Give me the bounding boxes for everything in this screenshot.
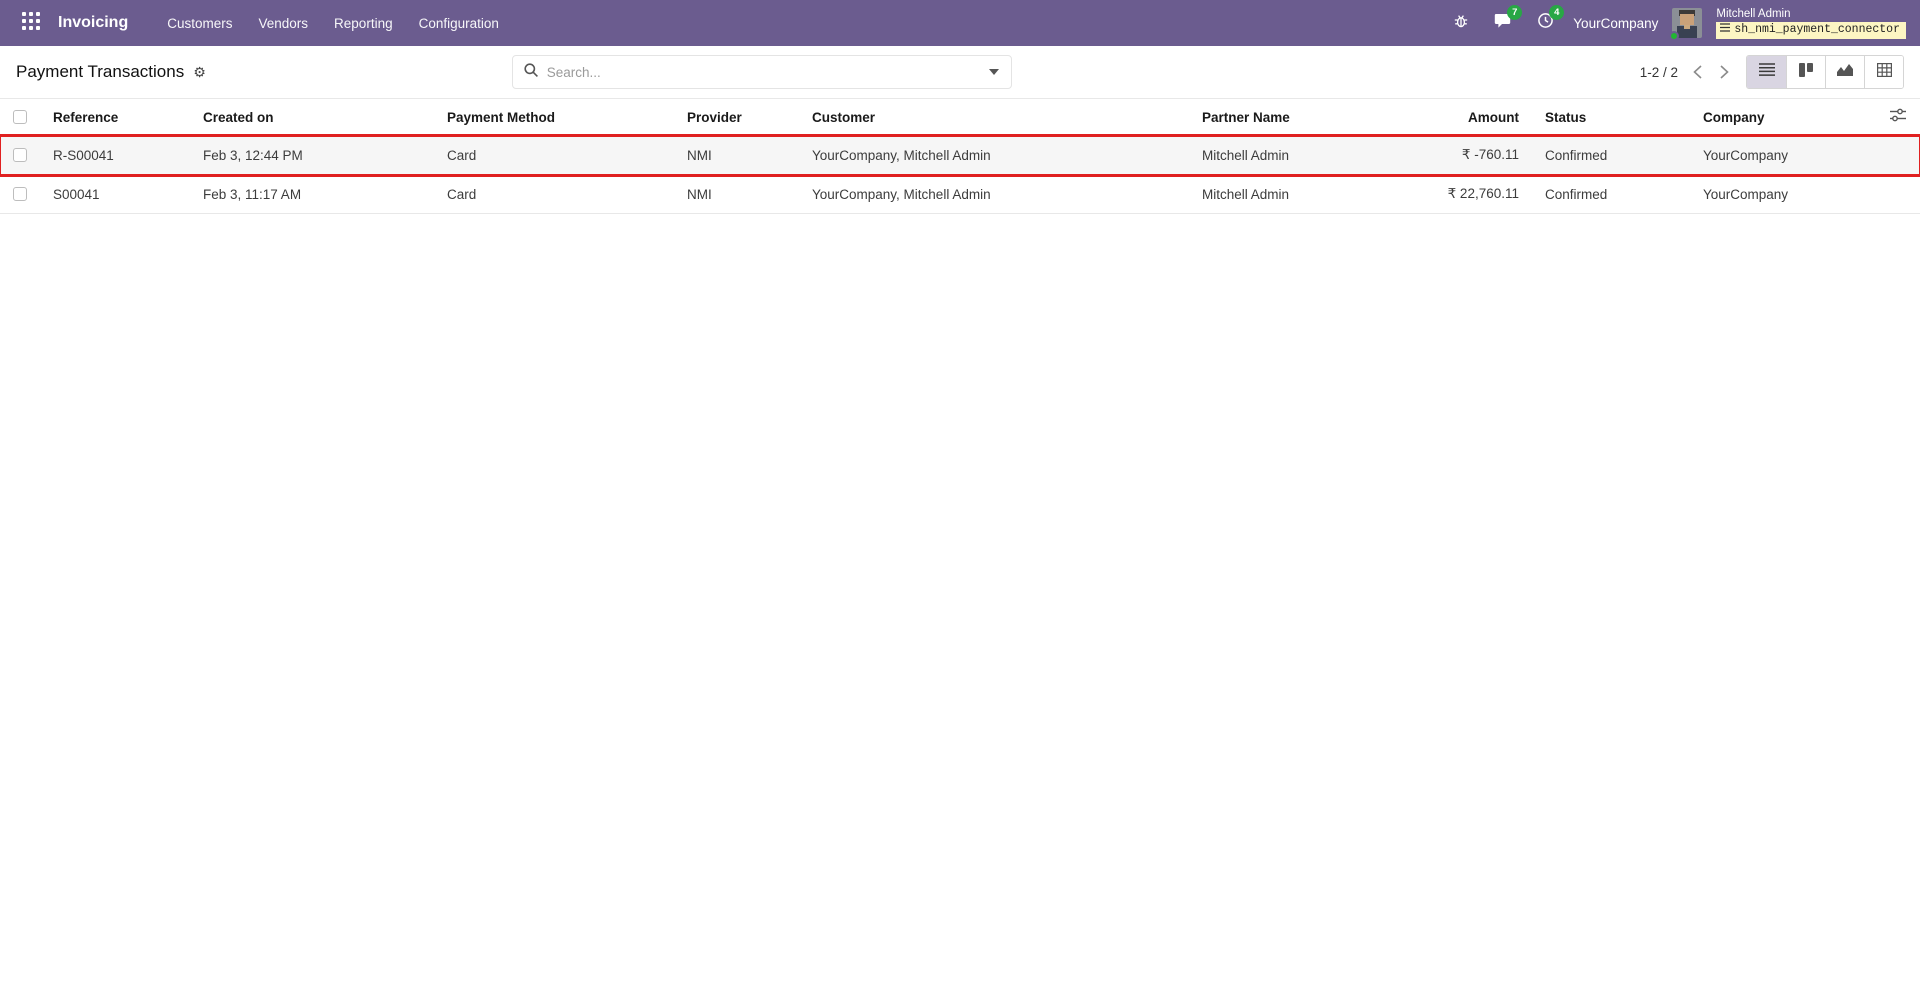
cell-reference: R-S00041 xyxy=(40,148,190,163)
row-checkbox[interactable] xyxy=(13,187,27,201)
header-reference[interactable]: Reference xyxy=(40,110,190,125)
cell-customer: YourCompany, Mitchell Admin xyxy=(799,187,1189,202)
table-row[interactable]: R-S00041 Feb 3, 12:44 PM Card NMI YourCo… xyxy=(0,136,1920,175)
header-customer[interactable]: Customer xyxy=(799,110,1189,125)
search-dropdown-toggle[interactable] xyxy=(987,65,1001,79)
graph-view-button[interactable] xyxy=(1825,56,1864,88)
pivot-view-icon xyxy=(1877,63,1892,82)
user-module-tag-text: sh_nmi_payment_connector xyxy=(1734,23,1900,37)
cell-amount: ₹ -760.11 xyxy=(1412,147,1532,163)
table-body: R-S00041 Feb 3, 12:44 PM Card NMI YourCo… xyxy=(0,136,1920,214)
action-gear-icon[interactable]: ⚙ xyxy=(193,65,206,79)
kanban-view-icon xyxy=(1799,63,1813,82)
cell-status: Confirmed xyxy=(1532,187,1690,202)
header-status[interactable]: Status xyxy=(1532,110,1690,125)
list-view-button[interactable] xyxy=(1747,56,1786,88)
pager-range: 1-2 / 2 xyxy=(1640,65,1678,80)
pager: 1-2 / 2 xyxy=(1640,62,1732,82)
search-input[interactable] xyxy=(547,65,979,80)
activities-button[interactable]: 4 xyxy=(1531,8,1559,38)
view-switcher xyxy=(1746,55,1904,89)
cell-provider: NMI xyxy=(674,187,799,202)
table-header-row: Reference Created on Payment Method Prov… xyxy=(0,99,1920,136)
kanban-view-button[interactable] xyxy=(1786,56,1825,88)
sliders-icon xyxy=(1890,108,1906,127)
user-menu[interactable]: Mitchell Admin sh_nmi_payment_connector xyxy=(1716,8,1906,39)
cell-created-on: Feb 3, 11:17 AM xyxy=(190,187,434,202)
row-checkbox-cell xyxy=(0,187,40,201)
navbar-left: Invoicing Customers Vendors Reporting Co… xyxy=(14,6,510,40)
header-partner-name[interactable]: Partner Name xyxy=(1189,110,1412,125)
select-all-checkbox[interactable] xyxy=(13,110,27,124)
cell-reference: S00041 xyxy=(40,187,190,202)
top-navbar: Invoicing Customers Vendors Reporting Co… xyxy=(0,0,1920,46)
list-view-icon xyxy=(1759,63,1775,81)
menu-reporting[interactable]: Reporting xyxy=(323,8,404,39)
pager-next-button[interactable] xyxy=(1717,62,1732,82)
header-company[interactable]: Company xyxy=(1690,110,1880,125)
row-checkbox-cell xyxy=(0,148,40,162)
pager-previous-button[interactable] xyxy=(1690,62,1705,82)
header-created-on[interactable]: Created on xyxy=(190,110,434,125)
cell-company: YourCompany xyxy=(1690,148,1880,163)
cell-created-on: Feb 3, 12:44 PM xyxy=(190,148,434,163)
table-row[interactable]: S00041 Feb 3, 11:17 AM Card NMI YourComp… xyxy=(0,175,1920,214)
search-bar xyxy=(512,55,1012,89)
company-switcher[interactable]: YourCompany xyxy=(1573,16,1658,31)
cell-status: Confirmed xyxy=(1532,148,1690,163)
select-all-checkbox-cell xyxy=(0,110,40,124)
optional-columns-button[interactable] xyxy=(1880,108,1920,127)
cell-provider: NMI xyxy=(674,148,799,163)
graph-view-icon xyxy=(1837,63,1853,81)
header-amount[interactable]: Amount xyxy=(1412,110,1532,125)
messages-button[interactable]: 7 xyxy=(1489,8,1517,38)
navbar-right: 7 4 YourCompany Mitchell Admin xyxy=(1447,8,1906,39)
page-title: Payment Transactions xyxy=(16,62,184,82)
messages-badge: 7 xyxy=(1507,5,1522,20)
app-menu: Customers Vendors Reporting Configuratio… xyxy=(156,8,510,39)
search-icon xyxy=(523,62,539,83)
header-provider[interactable]: Provider xyxy=(674,110,799,125)
cell-customer: YourCompany, Mitchell Admin xyxy=(799,148,1189,163)
current-app-name[interactable]: Invoicing xyxy=(58,14,128,32)
apps-grid-icon xyxy=(22,12,40,35)
cell-partner-name: Mitchell Admin xyxy=(1189,148,1412,163)
header-payment-method[interactable]: Payment Method xyxy=(434,110,674,125)
breadcrumb-area: Payment Transactions ⚙ xyxy=(16,62,512,82)
cell-amount: ₹ 22,760.11 xyxy=(1412,186,1532,202)
menu-configuration[interactable]: Configuration xyxy=(408,8,510,39)
user-name: Mitchell Admin xyxy=(1716,8,1790,21)
debug-bug-button[interactable] xyxy=(1447,8,1475,38)
cell-payment-method: Card xyxy=(434,148,674,163)
row-checkbox[interactable] xyxy=(13,148,27,162)
online-status-dot xyxy=(1669,31,1679,41)
pivot-view-button[interactable] xyxy=(1864,56,1903,88)
user-module-tag: sh_nmi_payment_connector xyxy=(1716,22,1906,39)
menu-customers[interactable]: Customers xyxy=(156,8,243,39)
cell-partner-name: Mitchell Admin xyxy=(1189,187,1412,202)
list-lines-icon xyxy=(1720,23,1730,37)
control-panel: Payment Transactions ⚙ 1-2 / 2 xyxy=(0,46,1920,98)
menu-vendors[interactable]: Vendors xyxy=(248,8,320,39)
user-avatar[interactable] xyxy=(1672,8,1702,38)
cell-company: YourCompany xyxy=(1690,187,1880,202)
cell-payment-method: Card xyxy=(434,187,674,202)
apps-menu-button[interactable] xyxy=(14,6,48,40)
bug-icon xyxy=(1453,13,1469,34)
control-panel-right: 1-2 / 2 xyxy=(1012,55,1904,89)
payment-transactions-list: Reference Created on Payment Method Prov… xyxy=(0,98,1920,214)
activities-badge: 4 xyxy=(1549,5,1564,20)
